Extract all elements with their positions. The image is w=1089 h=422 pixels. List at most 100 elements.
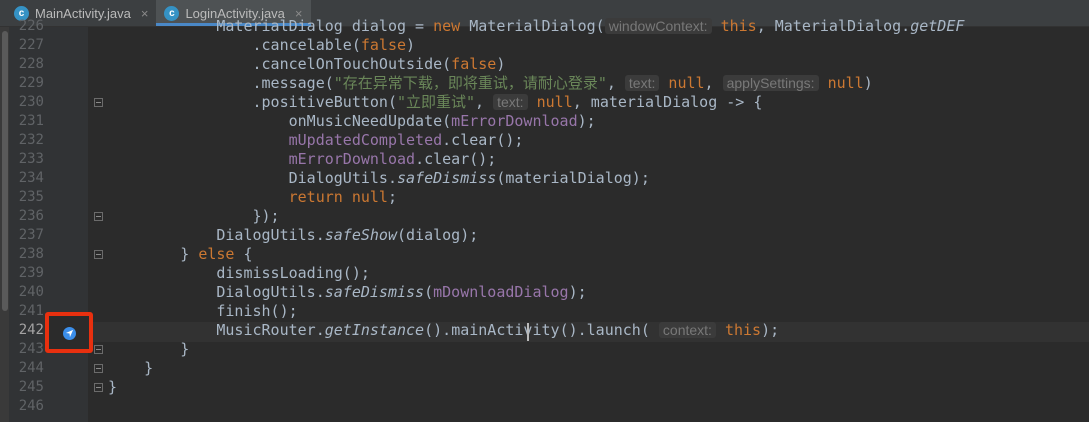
code-token: )	[406, 36, 416, 54]
fold-marker-icon[interactable]	[94, 98, 103, 107]
code-line[interactable]: 240 DialogUtils.safeDismiss(mDownloadDia…	[0, 283, 1089, 302]
code-token: dismissLoading();	[108, 264, 370, 282]
code-line[interactable]: 235 return null;	[0, 188, 1089, 207]
code-token: safeDismiss	[324, 283, 425, 301]
code-token: onMusicNeedUpdate(	[108, 112, 452, 130]
line-number: 233	[18, 151, 44, 167]
code-text: MaterialDialog dialog = new MaterialDial…	[108, 17, 964, 36]
code-text: }	[108, 378, 117, 397]
code-token: ().launch(	[559, 321, 659, 339]
parameter-hint: text:	[493, 94, 528, 110]
code-token: false	[451, 55, 497, 73]
code-line[interactable]: 237 DialogUtils.safeShow(dialog);	[0, 226, 1089, 245]
line-number: 227	[18, 37, 44, 53]
line-number: 241	[18, 303, 44, 319]
code-token: ,	[606, 74, 625, 92]
code-token: "存在异常下载，即将重试，请耐心登录"	[333, 74, 607, 92]
code-line[interactable]: 242 MusicRouter.getInstance().mainActivi…	[0, 321, 1089, 340]
code-token: {	[234, 245, 253, 263]
code-text: finish();	[108, 302, 297, 321]
line-number: 229	[18, 75, 44, 91]
line-number: 234	[18, 170, 44, 186]
code-token: .positiveButton(	[108, 93, 397, 111]
code-token: .cancelable(	[108, 36, 361, 54]
line-number: 238	[18, 246, 44, 262]
code-token: DialogUtils.	[108, 226, 325, 244]
code-token: .message(	[108, 74, 334, 92]
line-number: 237	[18, 227, 44, 243]
code-line[interactable]: 228 .cancelOnTouchOutside(false)	[0, 55, 1089, 74]
code-line[interactable]: 239 dismissLoading();	[0, 264, 1089, 283]
code-token: "立即重试"	[396, 93, 476, 111]
navigate-arrow-icon[interactable]	[63, 327, 76, 340]
line-number: 245	[18, 379, 44, 395]
line-number: 244	[18, 360, 44, 376]
line-number: 239	[18, 265, 44, 281]
code-token: this	[720, 17, 757, 35]
code-text: mUpdatedCompleted.clear();	[108, 131, 524, 150]
code-line[interactable]: 234 DialogUtils.safeDismiss(materialDial…	[0, 169, 1089, 188]
code-line[interactable]: 230 .positiveButton("立即重试", text: null, …	[0, 93, 1089, 112]
code-text: return null;	[108, 188, 397, 207]
parameter-hint: windowContext:	[604, 18, 712, 34]
fold-marker-icon[interactable]	[94, 212, 103, 221]
code-line[interactable]: 244 }	[0, 359, 1089, 378]
code-token: null	[827, 74, 864, 92]
code-token: );	[577, 112, 596, 130]
code-token: return null	[288, 188, 388, 206]
fold-marker-icon[interactable]	[94, 383, 103, 392]
code-token: safeShow	[324, 226, 397, 244]
code-line[interactable]: 241 finish();	[0, 302, 1089, 321]
text-caret	[527, 323, 529, 341]
code-token: .cancelOnTouchOutside(	[108, 55, 452, 73]
code-text: .cancelable(false)	[108, 36, 415, 55]
fold-marker-icon[interactable]	[94, 364, 103, 373]
code-text: .positiveButton("立即重试", text: null, mate…	[108, 93, 762, 112]
fold-marker-icon[interactable]	[94, 345, 103, 354]
line-number: 235	[18, 189, 44, 205]
code-token: mErrorDownload	[288, 150, 416, 168]
code-line[interactable]: 232 mUpdatedCompleted.clear();	[0, 131, 1089, 150]
code-line[interactable]: 246	[0, 397, 1089, 416]
code-token: new	[433, 17, 461, 35]
line-number: 226	[18, 18, 44, 34]
fold-marker-icon[interactable]	[94, 250, 103, 259]
code-token: )	[496, 55, 506, 73]
code-line[interactable]: 227 .cancelable(false)	[0, 36, 1089, 55]
code-text: onMusicNeedUpdate(mErrorDownload);	[108, 112, 596, 131]
code-line[interactable]: 229 .message("存在异常下载，即将重试，请耐心登录", text: …	[0, 74, 1089, 93]
code-text: .message("存在异常下载，即将重试，请耐心登录", text: null…	[108, 74, 872, 93]
line-number: 243	[18, 341, 44, 357]
code-token: else	[198, 245, 235, 263]
line-number: 240	[18, 284, 44, 300]
code-line[interactable]: 238 } else {	[0, 245, 1089, 264]
code-token: ;	[387, 188, 397, 206]
code-token: (	[424, 283, 434, 301]
line-number: 231	[18, 113, 44, 129]
code-text: });	[108, 207, 280, 226]
code-token: mUpdatedCompleted	[288, 131, 443, 149]
code-token: MusicRouter.	[108, 321, 325, 339]
code-line[interactable]: 236 });	[0, 207, 1089, 226]
line-number: 232	[18, 132, 44, 148]
code-line[interactable]: 243 }	[0, 340, 1089, 359]
code-token: });	[108, 207, 280, 225]
code-line[interactable]: 226 MaterialDialog dialog = new Material…	[0, 17, 1089, 36]
parameter-hint: context:	[658, 322, 716, 338]
gutter-marker-highlight[interactable]	[45, 312, 93, 353]
code-line[interactable]: 233 mErrorDownload.clear();	[0, 150, 1089, 169]
code-token: , materialDialog -> {	[572, 93, 763, 111]
code-token: .clear();	[415, 150, 497, 168]
line-number: 242	[18, 322, 44, 338]
code-token: getDEF	[910, 17, 965, 35]
code-text: DialogUtils.safeDismiss(mDownloadDialog)…	[108, 283, 586, 302]
code-line[interactable]: 231 onMusicNeedUpdate(mErrorDownload);	[0, 112, 1089, 131]
code-text: DialogUtils.safeShow(dialog);	[108, 226, 478, 245]
code-text: dismissLoading();	[108, 264, 370, 283]
code-line[interactable]: 245}	[0, 378, 1089, 397]
parameter-hint: text:	[624, 75, 660, 91]
